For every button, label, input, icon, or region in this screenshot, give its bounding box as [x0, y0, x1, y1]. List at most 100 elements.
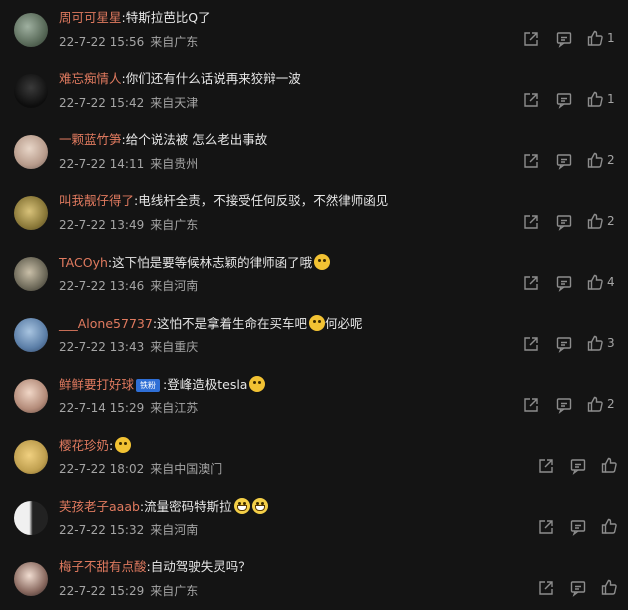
- comment-line: 周可可星星:特斯拉芭比Q了: [59, 10, 211, 26]
- comment-item[interactable]: TACOyh:这下怕是要等候林志颖的律师函了哦 22-7-22 13:46 来自河南…: [0, 244, 628, 305]
- comment-meta: 22-7-22 13:46 来自河南: [59, 277, 198, 294]
- reply-icon[interactable]: [555, 152, 573, 170]
- username-link[interactable]: 一颗蓝竹笋: [59, 132, 122, 147]
- avatar[interactable]: [14, 257, 48, 291]
- comment-item[interactable]: ___Alone57737:这怕不是拿着生命在买车吧 何必呢 22-7-22 13:…: [0, 305, 628, 366]
- like-icon[interactable]: [600, 578, 618, 596]
- comment-item[interactable]: 叫我靓仔得了:电线杆全责，不接受任何反驳，不然律师函见 22-7-22 13:49…: [0, 183, 628, 244]
- username-link[interactable]: TACOyh: [59, 255, 108, 270]
- share-icon[interactable]: [522, 213, 540, 231]
- comment-item[interactable]: 鲜鲜要打好球 铁粉:登峰造极tesla 22-7-14 15:29 来自江苏 2: [0, 366, 628, 427]
- doge-emoji: [115, 437, 132, 453]
- comment-date: 22-7-22 13:43: [59, 340, 145, 354]
- comment-meta: 22-7-22 15:32 来自河南: [59, 521, 198, 538]
- avatar[interactable]: [14, 440, 48, 474]
- comment-meta: 22-7-14 15:29 来自江苏: [59, 399, 198, 416]
- like-icon[interactable]: [586, 151, 604, 169]
- avatar[interactable]: [14, 135, 48, 169]
- username-link[interactable]: 芙孩老子aaab: [59, 499, 140, 514]
- share-icon[interactable]: [522, 30, 540, 48]
- like-icon[interactable]: [586, 273, 604, 291]
- comment-line: 叫我靓仔得了:电线杆全责，不接受任何反驳，不然律师函见: [59, 193, 388, 209]
- username-link[interactable]: 周可可星星: [59, 10, 122, 25]
- reply-icon[interactable]: [569, 457, 587, 475]
- comment-location: 来自河南: [150, 523, 199, 537]
- share-icon[interactable]: [522, 274, 540, 292]
- comment-location: 来自广东: [150, 584, 199, 598]
- comment-item[interactable]: 难忘痴情人:你们还有什么话说再来狡辩一波 22-7-22 15:42 来自天津 1: [0, 61, 628, 122]
- like-icon[interactable]: [600, 517, 618, 535]
- comment-item[interactable]: 樱花珍奶: 22-7-22 18:02 来自中国澳门: [0, 427, 628, 488]
- avatar[interactable]: [14, 196, 48, 230]
- comment-meta: 22-7-22 15:42 来自天津: [59, 94, 198, 111]
- reply-icon[interactable]: [555, 396, 573, 414]
- comment-date: 22-7-22 15:29: [59, 584, 145, 598]
- doge-emoji: [249, 376, 266, 392]
- share-icon[interactable]: [522, 91, 540, 109]
- avatar[interactable]: [14, 74, 48, 108]
- avatar[interactable]: [14, 379, 48, 413]
- comment-list: 周可可星星:特斯拉芭比Q了 22-7-22 15:56 来自广东 1 难忘痴情人:你们还…: [0, 0, 628, 609]
- comment-text-after: 何必呢: [325, 316, 363, 331]
- comment-line: ___Alone57737:这怕不是拿着生命在买车吧 何必呢: [59, 315, 363, 332]
- comment-line: TACOyh:这下怕是要等候林志颖的律师函了哦: [59, 254, 331, 271]
- comment-line: 芙孩老子aaab:流量密码特斯拉: [59, 498, 268, 515]
- comment-location: 来自天津: [150, 96, 199, 110]
- username-link[interactable]: 樱花珍奶: [59, 438, 109, 453]
- like-icon[interactable]: [586, 334, 604, 352]
- like-icon[interactable]: [600, 456, 618, 474]
- comment-date: 22-7-14 15:29: [59, 401, 145, 415]
- reply-icon[interactable]: [555, 213, 573, 231]
- comment-date: 22-7-22 13:46: [59, 279, 145, 293]
- comment-item[interactable]: 芙孩老子aaab:流量密码特斯拉 22-7-22 15:32 来自河南: [0, 488, 628, 549]
- comment-item[interactable]: 一颗蓝竹笋:给个说法被 怎么老出事故 22-7-22 14:11 来自贵州 2: [0, 122, 628, 183]
- avatar[interactable]: [14, 13, 48, 47]
- share-icon[interactable]: [537, 457, 555, 475]
- like-icon[interactable]: [586, 29, 604, 47]
- reply-icon[interactable]: [555, 91, 573, 109]
- comment-meta: 22-7-22 14:11 来自贵州: [59, 155, 198, 172]
- grin-emoji: [233, 498, 250, 514]
- comment-location: 来自江苏: [150, 401, 199, 415]
- reply-icon[interactable]: [555, 274, 573, 292]
- like-icon[interactable]: [586, 90, 604, 108]
- comment-item[interactable]: 梅子不甜有点酸:自动驾驶失灵吗？ 22-7-22 15:29 来自广东: [0, 549, 628, 610]
- like-icon[interactable]: [586, 212, 604, 230]
- reply-icon[interactable]: [555, 30, 573, 48]
- reply-icon[interactable]: [569, 579, 587, 597]
- avatar[interactable]: [14, 562, 48, 596]
- reply-icon[interactable]: [555, 335, 573, 353]
- reply-icon[interactable]: [569, 518, 587, 536]
- comment-text: 这怕不是拿着生命在买车吧: [157, 316, 308, 331]
- comment-location: 来自广东: [150, 35, 199, 49]
- share-icon[interactable]: [537, 518, 555, 536]
- comment-text: 这下怕是要等候林志颖的律师函了哦: [112, 255, 313, 270]
- username-link[interactable]: 难忘痴情人: [59, 71, 122, 86]
- comment-location: 来自河南: [150, 279, 199, 293]
- share-icon[interactable]: [522, 396, 540, 414]
- like-count: 1: [607, 31, 615, 45]
- username-link[interactable]: 鲜鲜要打好球: [59, 377, 134, 392]
- avatar[interactable]: [14, 501, 48, 535]
- like-count: 2: [607, 153, 615, 167]
- share-icon[interactable]: [537, 579, 555, 597]
- comment-location: 来自重庆: [150, 340, 199, 354]
- comment-date: 22-7-22 15:56: [59, 35, 145, 49]
- like-icon[interactable]: [586, 395, 604, 413]
- share-icon[interactable]: [522, 152, 540, 170]
- comment-date: 22-7-22 15:42: [59, 96, 145, 110]
- sweat-emoji: [309, 315, 326, 331]
- comment-date: 22-7-22 14:11: [59, 157, 145, 171]
- like-count: 2: [607, 397, 615, 411]
- comment-text: 自动驾驶失灵吗？: [150, 559, 251, 574]
- comment-text: 特斯拉芭比Q了: [125, 10, 211, 25]
- comment-meta: 22-7-22 13:43 来自重庆: [59, 338, 198, 355]
- comment-meta: 22-7-22 13:49 来自广东: [59, 216, 198, 233]
- avatar[interactable]: [14, 318, 48, 352]
- like-count: 3: [607, 336, 615, 350]
- username-link[interactable]: 梅子不甜有点酸: [59, 559, 147, 574]
- username-link[interactable]: ___Alone57737: [59, 316, 153, 331]
- share-icon[interactable]: [522, 335, 540, 353]
- comment-item[interactable]: 周可可星星:特斯拉芭比Q了 22-7-22 15:56 来自广东 1: [0, 0, 628, 61]
- username-link[interactable]: 叫我靓仔得了: [59, 193, 134, 208]
